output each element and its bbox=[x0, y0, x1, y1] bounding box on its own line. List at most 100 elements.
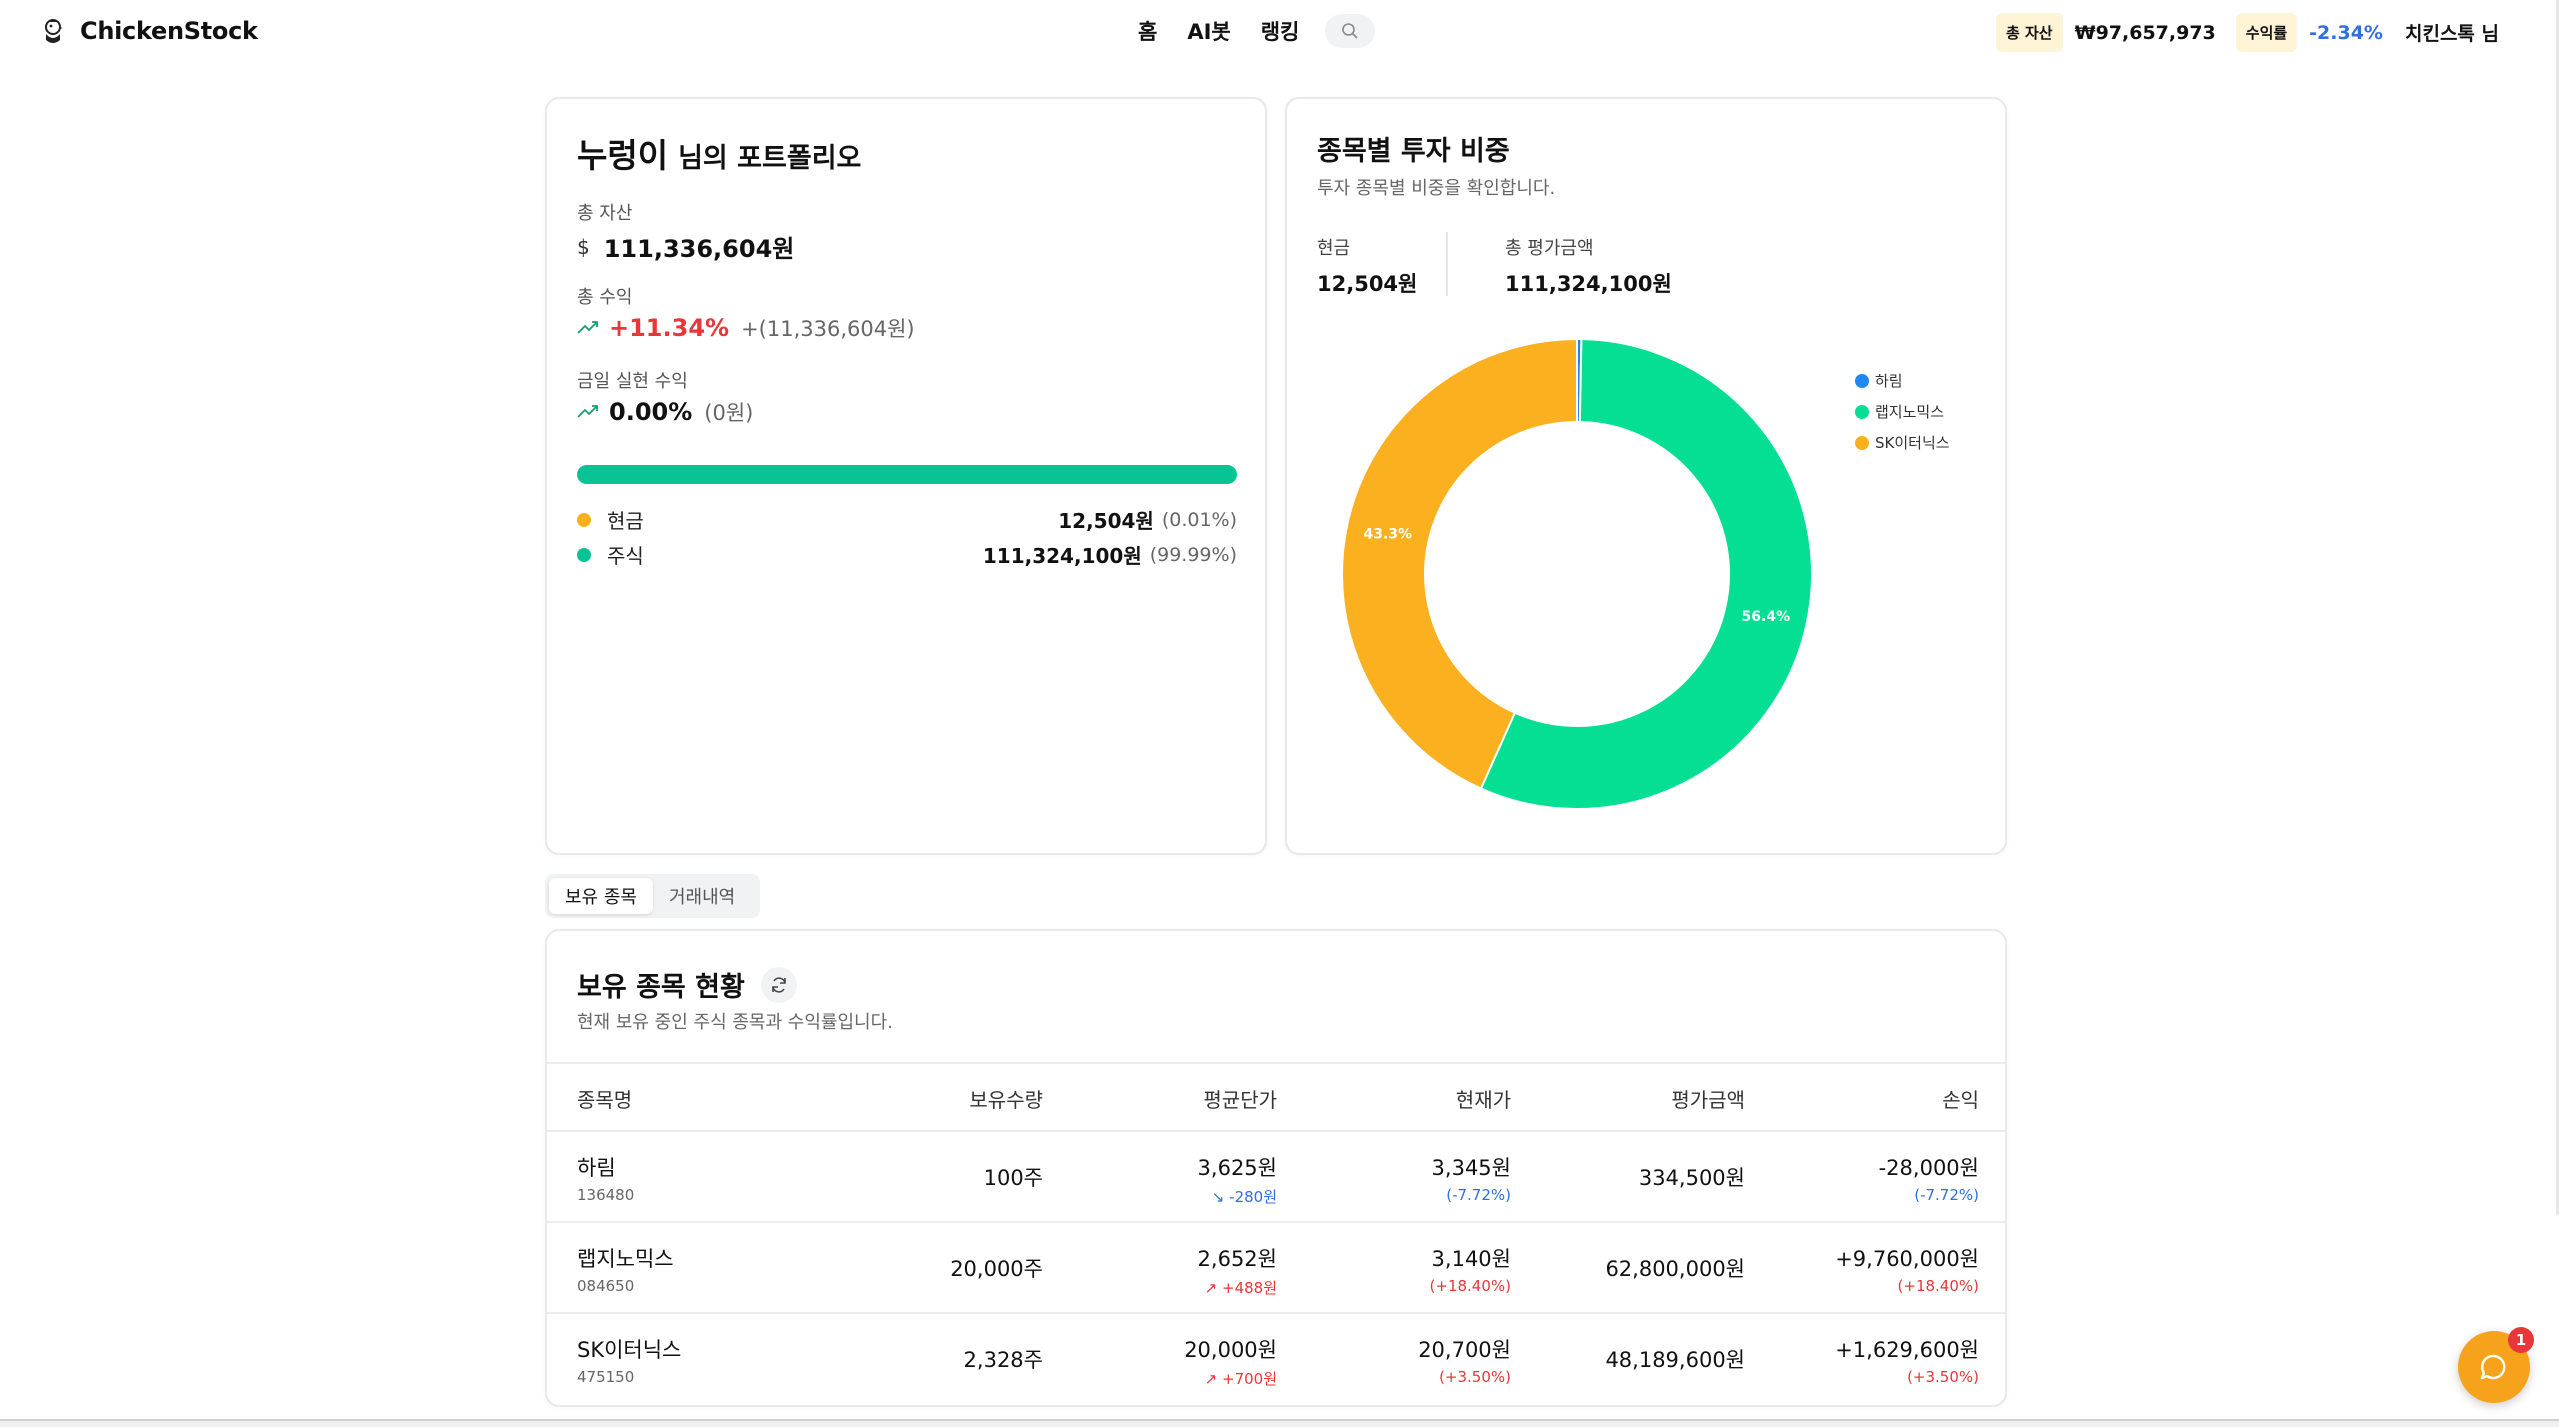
price-cell: 20,700원 (+3.50%) bbox=[1418, 1334, 1511, 1386]
trending-up-icon bbox=[577, 321, 598, 334]
eval-stat-label: 총 평가금액 bbox=[1505, 238, 1594, 259]
legend-item-labgenomics[interactable]: 랩지노믹스 bbox=[1855, 396, 1950, 427]
allocation-card: 종목별 투자 비중 투자 종목별 비중을 확인합니다. 현금 12,504원 총… bbox=[1285, 97, 2007, 855]
legend-row-cash: 현금 12,504원 (0.01%) bbox=[577, 505, 1237, 534]
stock-label: 주식 bbox=[607, 544, 644, 568]
chicken-logo-icon bbox=[45, 19, 63, 43]
cash-stat-value: 12,504원 bbox=[1317, 272, 1418, 296]
total-assets-value: 111,336,604원 bbox=[603, 235, 795, 263]
legend-label: SK이터닉스 bbox=[1875, 434, 1950, 452]
avg-diff-value: +488원 bbox=[1222, 1279, 1277, 1297]
col-profit-loss: 손익 bbox=[1942, 1088, 1979, 1112]
donut-label-1: 56.4% bbox=[1742, 609, 1791, 625]
user-menu[interactable]: 치킨스톡 님 bbox=[2405, 19, 2499, 46]
pl-cell: +9,760,000원 (+18.40%) bbox=[1835, 1243, 1979, 1295]
table-row[interactable]: 랩지노믹스 084650 20,000주 2,652원 ↗ +488원 3,14… bbox=[547, 1223, 2005, 1314]
stock-name-cell: 하림 136480 bbox=[577, 1152, 634, 1204]
total-assets-chip: 총 자산 bbox=[1995, 13, 2063, 52]
holdings-title-row: 보유 종목 현황 bbox=[577, 965, 797, 1004]
search-icon bbox=[1342, 23, 1358, 39]
avg-diff-value: -280원 bbox=[1229, 1188, 1277, 1206]
eval-amount: 334,500원 bbox=[1638, 1166, 1745, 1190]
portfolio-title-suffix: 님의 포트폴리오 bbox=[678, 143, 862, 174]
current-price: 20,700원 bbox=[1418, 1338, 1511, 1362]
avg-cell: 2,652원 ↗ +488원 bbox=[1198, 1243, 1277, 1298]
nav-ranking[interactable]: 랭킹 bbox=[1261, 16, 1300, 46]
search-button[interactable] bbox=[1325, 14, 1376, 48]
tab-holdings[interactable]: 보유 종목 bbox=[549, 878, 653, 914]
main-nav: 홈 AI봇 랭킹 bbox=[1138, 14, 1376, 48]
col-qty: 보유수량 bbox=[969, 1088, 1043, 1112]
today-profit-amount: (0원) bbox=[704, 401, 754, 425]
col-current-price: 현재가 bbox=[1455, 1088, 1511, 1112]
top-header: ChickenStock 홈 AI봇 랭킹 총 자산 ₩97,657,973 수… bbox=[0, 0, 2559, 66]
total-profit-pct: +11.34% bbox=[609, 314, 730, 342]
qty-cell: 20,000주 bbox=[950, 1253, 1043, 1283]
legend-item-sk-eternix[interactable]: SK이터닉스 bbox=[1855, 427, 1950, 458]
stock-name: SK이터닉스 bbox=[577, 1338, 682, 1362]
pl-pct: (+18.40%) bbox=[1897, 1277, 1979, 1295]
table-row[interactable]: 하림 136480 100주 3,625원 ↘ -280원 3,345원 (-7… bbox=[547, 1132, 2005, 1223]
chat-notification-badge: 1 bbox=[2508, 1327, 2534, 1353]
stat-divider bbox=[1446, 232, 1448, 296]
trending-up-icon: ↗ bbox=[1204, 1279, 1218, 1297]
allocation-legend: 하림 랩지노믹스 SK이터닉스 bbox=[1855, 365, 1950, 458]
cash-stat: 현금 12,504원 bbox=[1317, 234, 1417, 298]
col-eval-amount: 평가금액 bbox=[1671, 1088, 1745, 1112]
eval-cell: 62,800,000원 bbox=[1605, 1253, 1745, 1283]
legend-row-stock: 주식 111,324,100원 (99.99%) bbox=[577, 540, 1237, 569]
pl-pct: (-7.72%) bbox=[1914, 1186, 1979, 1204]
eval-stat: 총 평가금액 111,324,100원 bbox=[1505, 234, 1672, 298]
pl-cell: -28,000원 (-7.72%) bbox=[1879, 1152, 1979, 1204]
price-cell: 3,140원 (+18.40%) bbox=[1430, 1243, 1511, 1295]
table-row[interactable]: SK이터닉스 475150 2,328주 20,000원 ↗ +700원 20,… bbox=[547, 1314, 2005, 1405]
holdings-desc: 현재 보유 중인 주식 종목과 수익률입니다. bbox=[577, 1012, 893, 1033]
total-assets-label: 총 자산 bbox=[577, 203, 633, 224]
header-account-summary: 총 자산 ₩97,657,973 수익률 -2.34% 치킨스톡 님 bbox=[1995, 13, 2499, 52]
asset-composition-bar bbox=[577, 465, 1237, 484]
cash-dot bbox=[577, 512, 591, 527]
donut-label-2: 43.3% bbox=[1363, 527, 1412, 543]
stock-value: 111,324,100원 bbox=[982, 544, 1142, 568]
stock-name-cell: SK이터닉스 475150 bbox=[577, 1334, 681, 1386]
avg-cell: 20,000원 ↗ +700원 bbox=[1184, 1334, 1277, 1389]
price-cell: 3,345원 (-7.72%) bbox=[1432, 1152, 1511, 1204]
today-profit-row: 0.00% (0원) bbox=[577, 397, 753, 427]
tab-transactions[interactable]: 거래내역 bbox=[653, 878, 751, 914]
total-profit-amount: +(11,336,604원) bbox=[741, 317, 915, 341]
refresh-icon bbox=[772, 976, 786, 993]
table-header: 종목명 보유수량 평균단가 현재가 평가금액 손익 bbox=[547, 1062, 2005, 1132]
qty: 2,328주 bbox=[963, 1348, 1043, 1372]
cash-value: 12,504원 bbox=[1058, 509, 1154, 533]
return-rate-chip: 수익률 bbox=[2235, 13, 2298, 52]
legend-label: 하림 bbox=[1875, 372, 1903, 390]
stock-code: 475150 bbox=[577, 1368, 635, 1386]
cash-pct: (0.01%) bbox=[1161, 508, 1237, 531]
brand-logo[interactable]: ChickenStock bbox=[40, 16, 258, 46]
eval-cell: 48,189,600원 bbox=[1605, 1344, 1745, 1374]
eval-amount: 62,800,000원 bbox=[1605, 1257, 1745, 1281]
chat-bubble-icon bbox=[2480, 1354, 2506, 1380]
pl-amount: +9,760,000원 bbox=[1835, 1247, 1979, 1271]
allocation-desc: 투자 종목별 비중을 확인합니다. bbox=[1317, 178, 1556, 199]
avg-price: 2,652원 bbox=[1197, 1247, 1277, 1271]
trending-up-icon bbox=[577, 405, 598, 418]
col-avg-price: 평균단가 bbox=[1203, 1088, 1277, 1112]
price-pct: (-7.72%) bbox=[1446, 1186, 1511, 1204]
qty: 20,000주 bbox=[950, 1257, 1043, 1281]
avg-diff: ↗ +488원 bbox=[1198, 1277, 1277, 1298]
holdings-tabs: 보유 종목 거래내역 bbox=[545, 874, 760, 918]
pl-cell: +1,629,600원 (+3.50%) bbox=[1835, 1334, 1979, 1386]
stock-pct: (99.99%) bbox=[1149, 543, 1237, 566]
stock-dot bbox=[577, 547, 591, 562]
legend-label: 랩지노믹스 bbox=[1875, 403, 1945, 421]
avg-diff: ↘ -280원 bbox=[1198, 1186, 1277, 1207]
stock-code: 084650 bbox=[577, 1277, 635, 1295]
legend-item-harim[interactable]: 하림 bbox=[1855, 365, 1950, 396]
refresh-button[interactable] bbox=[760, 966, 797, 1003]
nav-home[interactable]: 홈 bbox=[1138, 16, 1157, 46]
brand-name: ChickenStock bbox=[80, 17, 258, 45]
nav-ai-bot[interactable]: AI봇 bbox=[1187, 16, 1230, 46]
qty-cell: 2,328주 bbox=[964, 1344, 1043, 1374]
eval-amount: 48,189,600원 bbox=[1605, 1348, 1745, 1372]
